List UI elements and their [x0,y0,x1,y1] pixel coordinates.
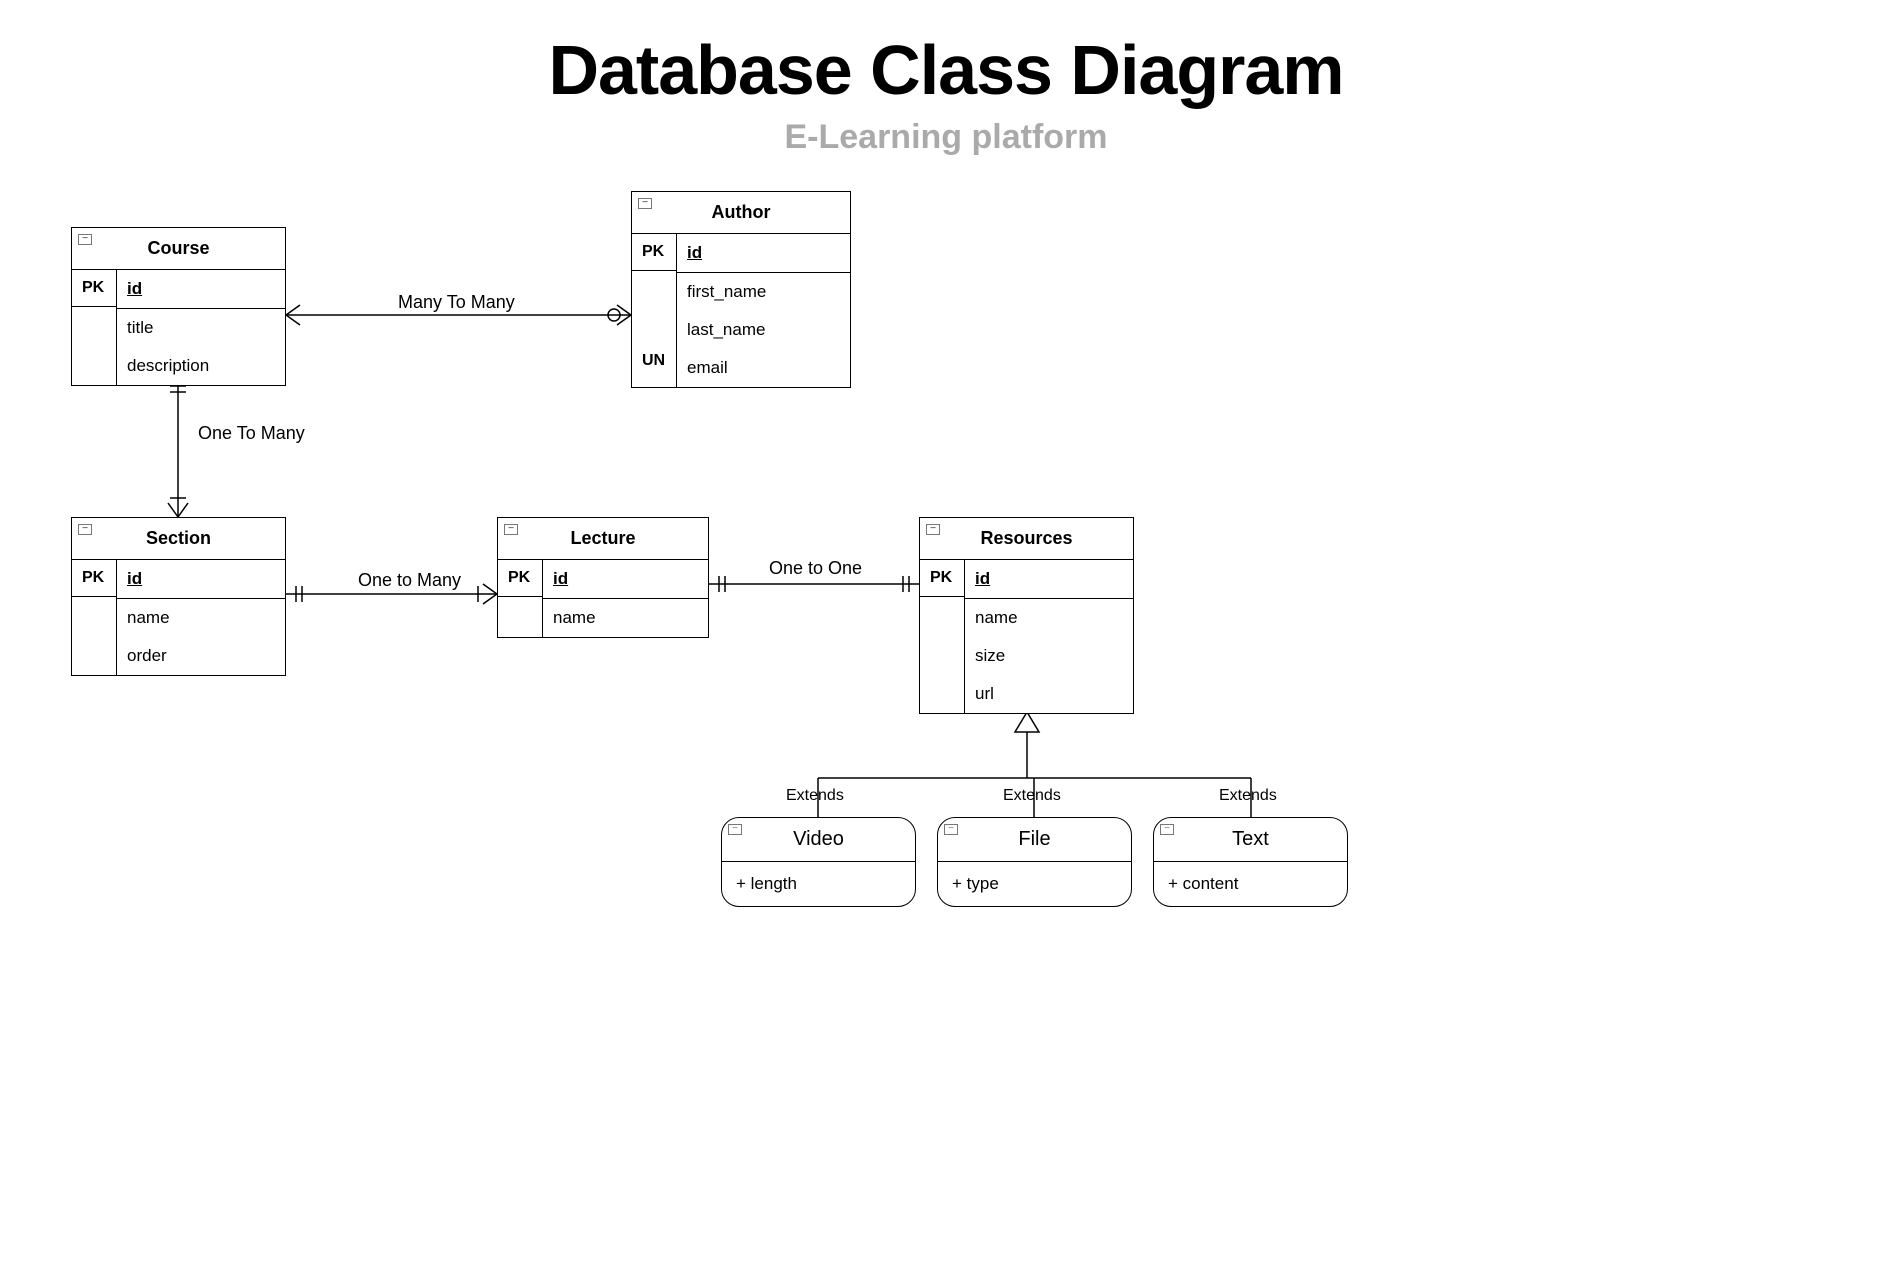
entity-title: − Resources [920,518,1133,560]
entity-file: − File + type [937,817,1132,907]
attr-label: + type [938,862,1131,906]
entity-name-label: Author [712,202,771,222]
collapse-icon[interactable]: − [504,524,518,535]
field-label: name [543,599,708,637]
field-label: email [677,349,850,387]
entity-section: − Section PK id name order [71,517,286,676]
collapse-icon[interactable]: − [1160,824,1174,835]
collapse-icon[interactable]: − [944,824,958,835]
rel-label-course-section: One To Many [198,423,305,444]
field-label: size [965,637,1133,675]
pk-label: PK [920,560,964,597]
field-label: description [117,347,285,385]
diagram-canvas: − Course PK id title description − Autho… [0,30,1892,1283]
pk-label: PK [632,234,676,271]
pk-field: id [687,243,702,262]
collapse-icon[interactable]: − [926,524,940,535]
entity-video: − Video + length [721,817,916,907]
pk-field: id [127,279,142,298]
entity-title: − File [938,818,1131,862]
field-label: order [117,637,285,675]
rel-label-extends: Extends [786,787,844,805]
entity-title: − Author [632,192,850,234]
entity-title: − Text [1154,818,1347,862]
entity-name-label: Video [793,828,844,850]
collapse-icon[interactable]: − [728,824,742,835]
entity-title: − Lecture [498,518,708,560]
field-label: last_name [677,311,850,349]
collapse-icon[interactable]: − [78,234,92,245]
field-label: name [965,599,1133,637]
entity-name-label: File [1018,828,1050,850]
entity-title: − Section [72,518,285,560]
rel-label-lecture-resources: One to One [769,558,862,579]
field-label: name [117,599,285,637]
rel-label-section-lecture: One to Many [358,570,461,591]
field-label: first_name [677,273,850,311]
pk-field: id [127,569,142,588]
entity-name-label: Course [147,238,209,258]
entity-name-label: Lecture [570,528,635,548]
entity-name-label: Text [1232,828,1269,850]
pk-label: PK [72,560,116,597]
rel-label-extends: Extends [1003,787,1061,805]
un-label: UN [632,343,676,379]
entity-resources: − Resources PK id name size url [919,517,1134,714]
pk-label: PK [72,270,116,307]
attr-label: + content [1154,862,1347,906]
field-label: url [965,675,1133,713]
collapse-icon[interactable]: − [78,524,92,535]
entity-name-label: Section [146,528,211,548]
entity-title: − Course [72,228,285,270]
pk-field: id [553,569,568,588]
entity-title: − Video [722,818,915,862]
attr-label: + length [722,862,915,906]
field-label: title [117,309,285,347]
pk-field: id [975,569,990,588]
rel-label-course-author: Many To Many [398,292,515,313]
rel-label-extends: Extends [1219,787,1277,805]
entity-text: − Text + content [1153,817,1348,907]
collapse-icon[interactable]: − [638,198,652,209]
entity-name-label: Resources [980,528,1072,548]
pk-label: PK [498,560,542,597]
entity-lecture: − Lecture PK id name [497,517,709,638]
entity-author: − Author PK UN id first_name last_name e… [631,191,851,388]
entity-course: − Course PK id title description [71,227,286,386]
